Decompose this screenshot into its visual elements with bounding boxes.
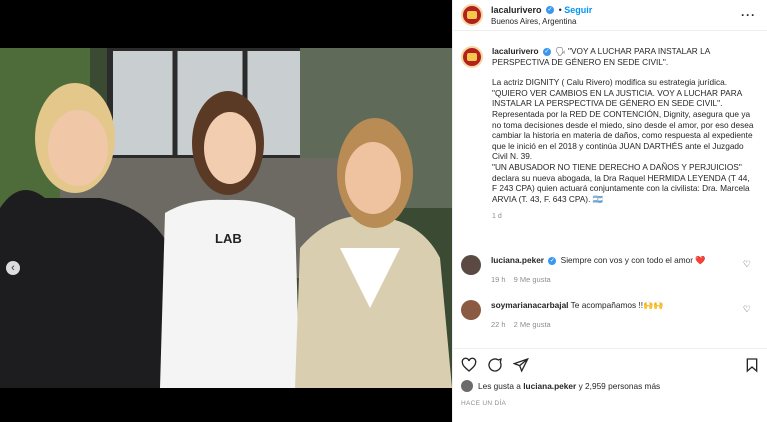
post-side-panel: lacalurivero ✓ • Seguir Buenos Aires, Ar…: [452, 0, 767, 422]
comment-icon[interactable]: [487, 357, 503, 373]
heart-icon[interactable]: [461, 357, 477, 373]
caption-age: 1 d: [492, 213, 502, 221]
caption-line: "UN ABUSADOR NO TIENE DERECHO A DAÑOS Y …: [492, 161, 750, 204]
comment-age: 19 h: [491, 275, 506, 284]
comment-age: 22 h: [491, 320, 506, 329]
post-header: lacalurivero ✓ • Seguir Buenos Aires, Ar…: [453, 0, 767, 31]
verified-icon: ✓: [548, 256, 557, 265]
bookmark-icon[interactable]: [744, 357, 760, 373]
instagram-post-modal: LAB ‹ lacalurivero ✓ • Seguir Buenos Air…: [0, 0, 767, 422]
commenter-avatar[interactable]: [461, 255, 481, 275]
liker-avatar[interactable]: [461, 380, 473, 392]
author-username[interactable]: lacalurivero: [491, 5, 542, 15]
verified-icon: ✓: [546, 6, 555, 15]
comment-text: Te acompañamos !!🙌🙌: [570, 300, 664, 310]
shirt-lab-text: LAB: [215, 231, 242, 246]
comment-item: soymarianacarbajal Te acompañamos !!🙌🙌 2…: [461, 300, 759, 329]
post-actions-bar: [453, 348, 767, 379]
previous-photo-button[interactable]: ‹: [6, 261, 20, 275]
post-location[interactable]: Buenos Aires, Argentina: [491, 17, 592, 26]
author-avatar[interactable]: [461, 4, 483, 26]
commenter-avatar[interactable]: [461, 300, 481, 320]
caption-author-avatar[interactable]: [461, 46, 483, 68]
commenter-username[interactable]: soymarianacarbajal: [491, 300, 568, 310]
share-icon[interactable]: [513, 357, 529, 373]
comment-text: Siempre con vos y con todo el amor ❤️: [560, 255, 706, 265]
post-date: HACE UN DÍA: [461, 400, 507, 407]
caption-line: Representada por la RED DE CONTENCIÓN, D…: [492, 108, 754, 162]
liker-username[interactable]: luciana.peker: [523, 381, 576, 391]
like-comment-icon[interactable]: ♡: [743, 304, 751, 315]
likes-summary: Les gusta a luciana.peker y 2,959 person…: [461, 380, 660, 392]
caption-line: La actriz DIGNITY ( Calu Rivero) modific…: [492, 77, 728, 88]
like-comment-icon[interactable]: ♡: [743, 259, 751, 270]
comment-item: luciana.peker ✓ Siempre con vos y con to…: [461, 255, 759, 284]
comment-likes[interactable]: 9 Me gusta: [514, 275, 551, 284]
post-photo[interactable]: LAB ‹: [0, 48, 452, 388]
photo-illustration: LAB: [0, 48, 452, 388]
follow-button[interactable]: Seguir: [564, 5, 592, 15]
verified-icon: ✓: [542, 47, 551, 56]
commenter-username[interactable]: luciana.peker: [491, 255, 544, 265]
comment-likes[interactable]: 2 Me gusta: [514, 320, 551, 329]
post-caption: lacalurivero ✓ 🗣 "VOY A LUCHAR PARA INST…: [461, 46, 759, 223]
caption-username[interactable]: lacalurivero: [492, 46, 539, 56]
more-options-icon[interactable]: ···: [741, 8, 756, 22]
caption-line: "QUIERO VER CAMBIOS EN LA JUSTICIA. VOY …: [492, 87, 742, 109]
